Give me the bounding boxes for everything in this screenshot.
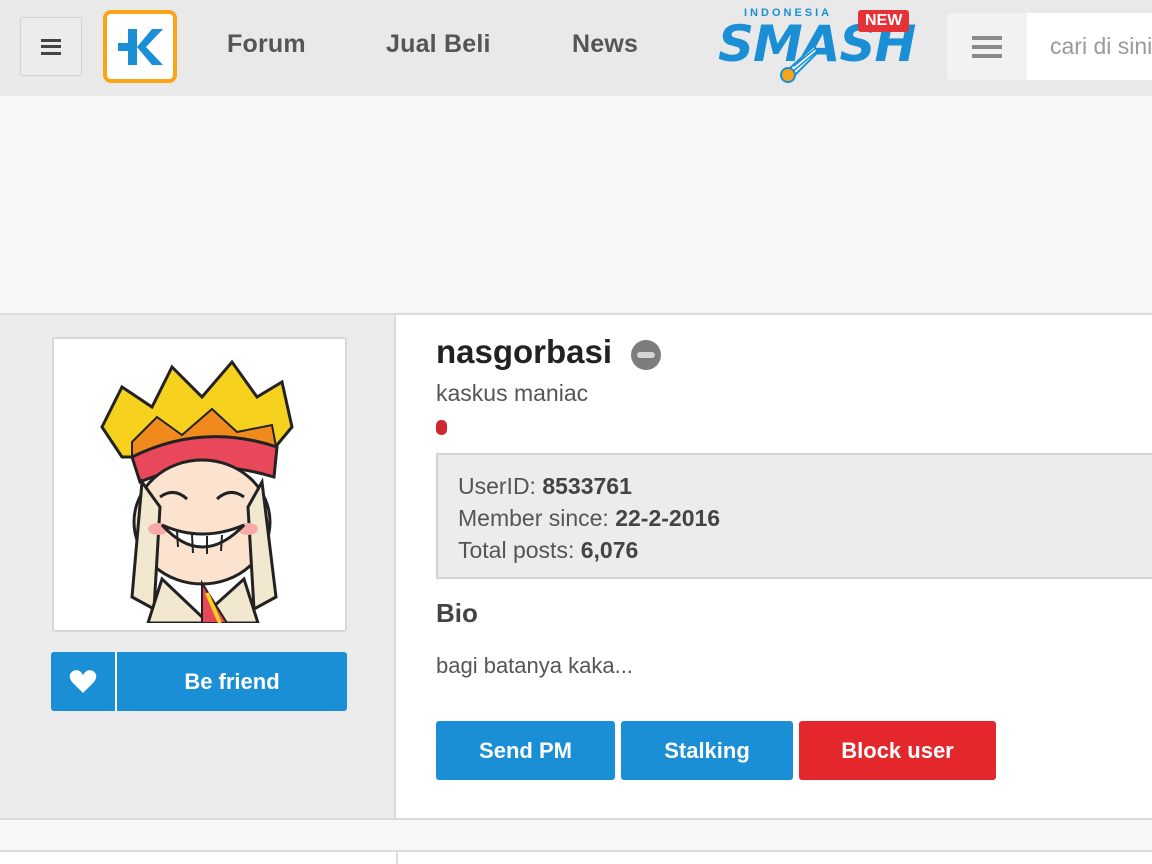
member-since-value: 22-2-2016 bbox=[615, 505, 721, 531]
stalking-button[interactable]: Stalking bbox=[621, 721, 793, 780]
column-divider bbox=[396, 852, 398, 864]
bio-heading: Bio bbox=[436, 598, 478, 628]
shuttlecock-icon bbox=[780, 44, 820, 83]
next-section-edge bbox=[0, 850, 1152, 864]
total-posts-row: Total posts: 6,076 bbox=[458, 534, 1152, 566]
list-icon bbox=[972, 35, 1002, 58]
member-since-row: Member since: 22-2-2016 bbox=[458, 502, 1152, 534]
be-friend-label: Be friend bbox=[184, 669, 280, 694]
search-input[interactable] bbox=[1027, 13, 1152, 80]
avatar-image bbox=[62, 347, 338, 623]
profile-sidebar: Be friend bbox=[0, 315, 396, 818]
avatar bbox=[52, 337, 347, 632]
heart-icon bbox=[51, 652, 117, 711]
send-pm-button[interactable]: Send PM bbox=[436, 721, 615, 780]
nav-jual-beli-link[interactable]: Jual Beli bbox=[386, 30, 491, 59]
userid-value: 8533761 bbox=[542, 473, 632, 499]
reputation-indicator bbox=[436, 420, 447, 435]
indonesia-smash-banner[interactable]: INDONESIA SMASH NEW bbox=[712, 4, 922, 84]
new-badge: NEW bbox=[858, 10, 910, 32]
top-navbar: Forum Jual Beli News INDONESIA SMASH NEW bbox=[0, 0, 1152, 96]
total-posts-label: Total posts: bbox=[458, 537, 581, 563]
search-category-button[interactable] bbox=[947, 13, 1027, 80]
user-stats-box: UserID: 8533761 Member since: 22-2-2016 … bbox=[436, 453, 1152, 579]
hamburger-icon bbox=[41, 38, 61, 55]
search-bar bbox=[947, 13, 1152, 80]
user-rank: kaskus maniac bbox=[436, 380, 589, 406]
bio-text: bagi batanya kaka... bbox=[436, 653, 633, 678]
userid-label: UserID: bbox=[458, 473, 543, 499]
kaskus-logo[interactable] bbox=[103, 10, 177, 83]
nav-news-link[interactable]: News bbox=[572, 30, 638, 59]
be-friend-button[interactable]: Be friend bbox=[51, 652, 347, 711]
profile-card: Be friend nasgorbasi kaskus maniac UserI… bbox=[0, 313, 1152, 820]
kaskus-k-icon bbox=[118, 28, 163, 65]
block-user-button[interactable]: Block user bbox=[799, 721, 996, 780]
offline-status-icon bbox=[631, 340, 661, 370]
profile-username: nasgorbasi bbox=[436, 333, 613, 370]
main-menu-button[interactable] bbox=[20, 17, 82, 76]
total-posts-value: 6,076 bbox=[580, 537, 639, 563]
userid-row: UserID: 8533761 bbox=[458, 470, 1152, 502]
nav-forum-link[interactable]: Forum bbox=[227, 30, 306, 59]
member-since-label: Member since: bbox=[458, 505, 616, 531]
